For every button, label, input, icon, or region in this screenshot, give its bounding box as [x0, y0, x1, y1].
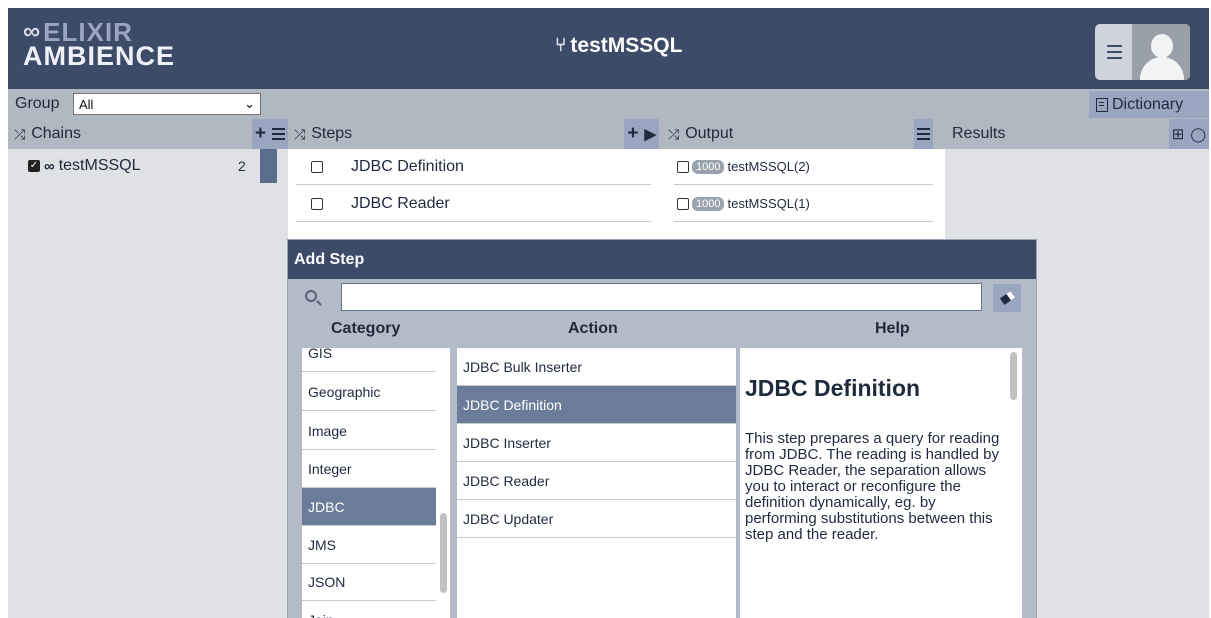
results-title: Results [952, 125, 1006, 142]
category-item[interactable]: JSON [302, 563, 436, 601]
dictionary-icon [1096, 97, 1108, 112]
steps-title: Steps [311, 125, 353, 142]
chains-panel-header: ⤮ Chains + [8, 119, 288, 149]
step-checkbox[interactable] [311, 160, 323, 173]
action-header: Action [568, 320, 618, 337]
git-branch-icon: ⑂ [555, 35, 567, 56]
category-item[interactable]: Image [302, 412, 436, 450]
action-item[interactable]: JDBC Reader [457, 462, 736, 500]
step-item[interactable]: JDBC Definition [296, 149, 651, 185]
chains-menu-icon[interactable] [272, 128, 285, 140]
app-header: ∞ ELIXIR AMBIENCE ⑂ testMSSQL [8, 8, 1209, 89]
output-checkbox[interactable] [677, 197, 689, 210]
menu-icon[interactable] [1100, 32, 1128, 72]
group-label: Group [15, 95, 60, 112]
help-text: This step prepares a query for reading f… [745, 430, 1000, 543]
group-select-value: All [79, 97, 94, 112]
action-item[interactable]: JDBC Inserter [457, 424, 736, 462]
link-icon: ∞ [44, 157, 55, 175]
dictionary-button[interactable]: Dictionary [1089, 91, 1209, 118]
shuffle-icon: ⤮ [294, 125, 306, 142]
category-list[interactable]: GIS Geographic Image Integer JDBC JMS JS… [302, 348, 450, 618]
action-item[interactable]: JDBC Bulk Inserter [457, 348, 736, 386]
category-header: Category [331, 320, 401, 337]
action-list[interactable]: JDBC Bulk Inserter JDBC Definition JDBC … [457, 348, 736, 618]
window-frame-top [0, 0, 1211, 8]
category-item[interactable]: GIS [302, 348, 436, 372]
category-item-selected[interactable]: JDBC [302, 488, 436, 526]
chains-actions: + [251, 119, 288, 149]
group-toolbar: Group All ⌄ Dictionary [8, 89, 1209, 119]
clear-search-button[interactable] [993, 284, 1021, 312]
chain-count: 2 [238, 158, 246, 174]
output-item[interactable]: 1000 testMSSQL(2) [674, 149, 933, 185]
output-label: testMSSQL(1) [727, 196, 810, 211]
page-title-text: testMSSQL [570, 34, 683, 57]
steps-actions: + ▶ [624, 119, 659, 149]
chevron-down-icon: ⌄ [244, 96, 255, 111]
group-select[interactable]: All ⌄ [73, 93, 261, 115]
shuffle-icon: ⤮ [14, 125, 26, 142]
avatar-icon[interactable] [1132, 24, 1190, 80]
window-frame-left [0, 8, 8, 618]
chains-panel: ✓ ∞ testMSSQL 2 [8, 149, 288, 618]
checkbox-icon[interactable]: ✓ [28, 160, 40, 172]
output-label: testMSSQL(2) [727, 159, 810, 174]
record-count-badge: 1000 [692, 196, 725, 211]
logo-text-ambience: AMBIENCE [23, 41, 176, 71]
steps-panel-header: ⤮ Steps + ▶ [288, 119, 662, 149]
page-title: ⑂ testMSSQL [555, 34, 682, 58]
logo[interactable]: ∞ ELIXIR AMBIENCE [23, 19, 176, 71]
output-menu-icon[interactable] [917, 128, 930, 140]
output-item[interactable]: 1000 testMSSQL(1) [674, 186, 933, 222]
add-step-button[interactable]: + [627, 123, 638, 145]
add-chain-button[interactable]: + [255, 123, 266, 145]
category-scrollbar[interactable] [440, 513, 447, 593]
output-title: Output [685, 125, 734, 142]
output-panel-header: ⤮ Output [662, 119, 945, 149]
record-count-badge: 1000 [692, 159, 725, 174]
category-item[interactable]: Join [302, 601, 436, 618]
chain-item[interactable]: ✓ ∞ testMSSQL 2 [8, 149, 280, 183]
category-item[interactable]: Geographic [302, 373, 436, 411]
step-label: JDBC Reader [351, 194, 450, 212]
action-item-selected[interactable]: JDBC Definition [457, 386, 736, 424]
shuffle-icon: ⤮ [668, 125, 680, 142]
output-checkbox[interactable] [677, 160, 689, 173]
comment-icon[interactable]: ◯ [1190, 126, 1206, 143]
table-icon[interactable]: ⊞ [1172, 125, 1185, 143]
chains-title: Chains [31, 125, 82, 142]
user-menu[interactable] [1095, 24, 1190, 80]
dictionary-label: Dictionary [1112, 95, 1184, 113]
action-item[interactable]: JDBC Updater [457, 500, 736, 538]
dialog-title: Add Step [288, 240, 1036, 279]
help-title: JDBC Definition [745, 375, 921, 401]
add-step-dialog: Add Step Category Action Help GIS Geogra… [288, 240, 1036, 618]
category-item[interactable]: Integer [302, 450, 436, 488]
category-item[interactable]: JMS [302, 526, 436, 564]
step-checkbox[interactable] [311, 197, 323, 210]
play-icon[interactable]: ▶ [644, 125, 656, 143]
eraser-icon [999, 290, 1015, 306]
step-search-input[interactable] [341, 283, 982, 311]
chain-selection-marker [260, 149, 277, 183]
results-panel-header: Results ⊞ ◯ [945, 119, 1209, 149]
step-label: JDBC Definition [351, 157, 464, 175]
help-scrollbar[interactable] [1010, 352, 1017, 400]
output-actions [914, 119, 933, 149]
results-actions: ⊞ ◯ [1168, 119, 1209, 149]
search-icon [305, 290, 317, 302]
help-header: Help [875, 320, 910, 337]
help-panel: JDBC Definition This step prepares a que… [740, 348, 1022, 618]
step-item[interactable]: JDBC Reader [296, 186, 651, 222]
chain-name: testMSSQL [58, 157, 141, 174]
